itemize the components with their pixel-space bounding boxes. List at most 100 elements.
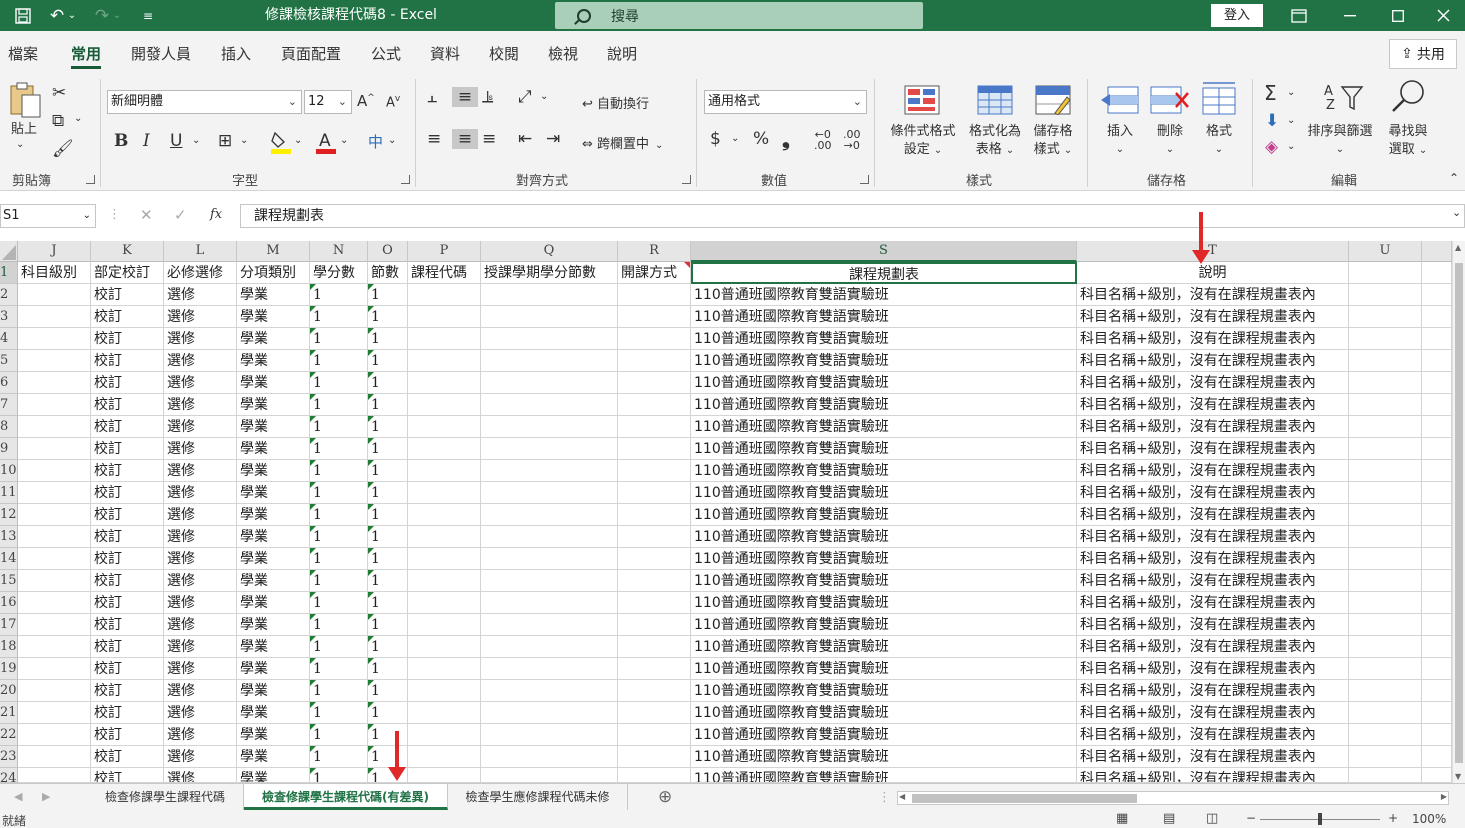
- table-cell-q[interactable]: [481, 592, 618, 614]
- table-cell-m[interactable]: 學業: [237, 702, 310, 724]
- format-cells-button[interactable]: 格式 ⌄: [1199, 123, 1239, 159]
- table-cell-u[interactable]: [1349, 482, 1422, 504]
- header-cell-s[interactable]: 課程規劃表: [691, 262, 1077, 284]
- table-cell-n[interactable]: 1: [310, 548, 368, 570]
- table-cell-j[interactable]: [18, 350, 91, 372]
- table-cell-k[interactable]: 校訂: [91, 724, 164, 746]
- table-cell-l[interactable]: 選修: [164, 460, 237, 482]
- table-cell-k[interactable]: 校訂: [91, 328, 164, 350]
- table-cell-u[interactable]: [1349, 658, 1422, 680]
- table-cell-q[interactable]: [481, 306, 618, 328]
- borders-icon[interactable]: ⊞: [218, 131, 232, 151]
- tab-review[interactable]: 校閱: [489, 43, 519, 64]
- conditional-formatting-button[interactable]: 條件式格式 設定 ⌄: [884, 123, 962, 160]
- row-header[interactable]: 18: [0, 636, 18, 658]
- table-cell-r[interactable]: [618, 658, 691, 680]
- table-cell-t[interactable]: 科目名稱+級別，沒有在課程規畫表內: [1077, 548, 1349, 570]
- table-cell-o[interactable]: 1: [368, 724, 408, 746]
- table-cell-p[interactable]: [408, 350, 481, 372]
- header-cell-k[interactable]: 部定校訂: [91, 262, 164, 284]
- table-cell-l[interactable]: 選修: [164, 680, 237, 702]
- sheet-tab-check-codes[interactable]: 檢查修課學生課程代碼: [87, 784, 244, 810]
- font-name-combo[interactable]: 新細明體 ⌄: [107, 90, 302, 114]
- table-cell-q[interactable]: [481, 438, 618, 460]
- row-header[interactable]: 11: [0, 482, 18, 504]
- save-icon[interactable]: [8, 0, 38, 31]
- increase-font-size-icon[interactable]: A^: [357, 92, 375, 110]
- fill-dropdown-icon[interactable]: ⌄: [1287, 115, 1295, 126]
- table-cell-k[interactable]: 校訂: [91, 372, 164, 394]
- sheet-tab-check-codes-diff[interactable]: 檢查修課學生課程代碼(有差異): [244, 784, 448, 810]
- table-cell-x[interactable]: [1422, 504, 1452, 526]
- table-cell-r[interactable]: [618, 592, 691, 614]
- table-cell-r[interactable]: [618, 746, 691, 768]
- table-cell-r[interactable]: [618, 372, 691, 394]
- row-header[interactable]: 1: [0, 262, 18, 284]
- table-cell-t[interactable]: 科目名稱+級別，沒有在課程規畫表內: [1077, 416, 1349, 438]
- row-header[interactable]: 16: [0, 592, 18, 614]
- italic-button[interactable]: I: [143, 131, 150, 151]
- row-header[interactable]: 15: [0, 570, 18, 592]
- ribbon-display-icon[interactable]: [1276, 0, 1322, 31]
- sort-filter-icon[interactable]: AZ: [1324, 81, 1364, 113]
- column-header-p[interactable]: P: [408, 241, 481, 262]
- table-cell-x[interactable]: [1422, 460, 1452, 482]
- table-cell-s[interactable]: 110普通班國際教育雙語實驗班: [691, 526, 1077, 548]
- table-cell-x[interactable]: [1422, 416, 1452, 438]
- table-cell-o[interactable]: 1: [368, 746, 408, 768]
- table-cell-q[interactable]: [481, 548, 618, 570]
- table-cell-j[interactable]: [18, 548, 91, 570]
- font-size-combo[interactable]: 12 ⌄: [304, 90, 352, 114]
- table-cell-x[interactable]: [1422, 438, 1452, 460]
- table-cell-o[interactable]: 1: [368, 350, 408, 372]
- font-launcher-icon[interactable]: [401, 175, 410, 184]
- autosum-dropdown-icon[interactable]: ⌄: [1287, 87, 1295, 98]
- table-cell-t[interactable]: 科目名稱+級別，沒有在課程規畫表內: [1077, 636, 1349, 658]
- cell-styles-icon[interactable]: [1035, 85, 1071, 117]
- table-cell-x[interactable]: [1422, 768, 1452, 783]
- table-cell-k[interactable]: 校訂: [91, 548, 164, 570]
- collapse-ribbon-icon[interactable]: ⌃: [1449, 171, 1459, 185]
- align-top-icon[interactable]: ⫠: [427, 87, 437, 107]
- fill-color-icon[interactable]: [270, 129, 292, 155]
- header-cell-n[interactable]: 學分數: [310, 262, 368, 284]
- table-cell-o[interactable]: 1: [368, 460, 408, 482]
- table-cell-r[interactable]: [618, 614, 691, 636]
- table-cell-t[interactable]: 科目名稱+級別，沒有在課程規畫表內: [1077, 328, 1349, 350]
- table-cell-r[interactable]: [618, 306, 691, 328]
- row-header[interactable]: 2: [0, 284, 18, 306]
- table-cell-s[interactable]: 110普通班國際教育雙語實驗班: [691, 394, 1077, 416]
- table-cell-o[interactable]: 1: [368, 504, 408, 526]
- table-cell-p[interactable]: [408, 482, 481, 504]
- underline-dropdown-icon[interactable]: ⌄: [192, 135, 200, 146]
- table-cell-l[interactable]: 選修: [164, 306, 237, 328]
- table-cell-p[interactable]: [408, 658, 481, 680]
- tab-data[interactable]: 資料: [430, 43, 460, 64]
- table-cell-m[interactable]: 學業: [237, 548, 310, 570]
- table-cell-n[interactable]: 1: [310, 284, 368, 306]
- table-cell-m[interactable]: 學業: [237, 570, 310, 592]
- table-cell-s[interactable]: 110普通班國際教育雙語實驗班: [691, 372, 1077, 394]
- table-cell-t[interactable]: 科目名稱+級別，沒有在課程規畫表內: [1077, 614, 1349, 636]
- column-header-m[interactable]: M: [237, 241, 310, 262]
- row-header[interactable]: 9: [0, 438, 18, 460]
- table-cell-o[interactable]: 1: [368, 284, 408, 306]
- table-cell-s[interactable]: 110普通班國際教育雙語實驗班: [691, 416, 1077, 438]
- login-button[interactable]: 登入: [1211, 4, 1263, 27]
- enter-icon[interactable]: ✓: [174, 206, 187, 224]
- table-cell-l[interactable]: 選修: [164, 372, 237, 394]
- table-cell-q[interactable]: [481, 482, 618, 504]
- table-cell-p[interactable]: [408, 438, 481, 460]
- tab-developer[interactable]: 開發人員: [131, 43, 191, 64]
- table-cell-l[interactable]: 選修: [164, 636, 237, 658]
- table-cell-x[interactable]: [1422, 394, 1452, 416]
- table-cell-n[interactable]: 1: [310, 416, 368, 438]
- table-cell-s[interactable]: 110普通班國際教育雙語實驗班: [691, 284, 1077, 306]
- table-cell-q[interactable]: [481, 284, 618, 306]
- table-cell-k[interactable]: 校訂: [91, 526, 164, 548]
- row-header[interactable]: 7: [0, 394, 18, 416]
- table-cell-k[interactable]: 校訂: [91, 746, 164, 768]
- font-color-icon[interactable]: A: [315, 129, 337, 155]
- table-cell-u[interactable]: [1349, 768, 1422, 783]
- table-cell-t[interactable]: 科目名稱+級別，沒有在課程規畫表內: [1077, 504, 1349, 526]
